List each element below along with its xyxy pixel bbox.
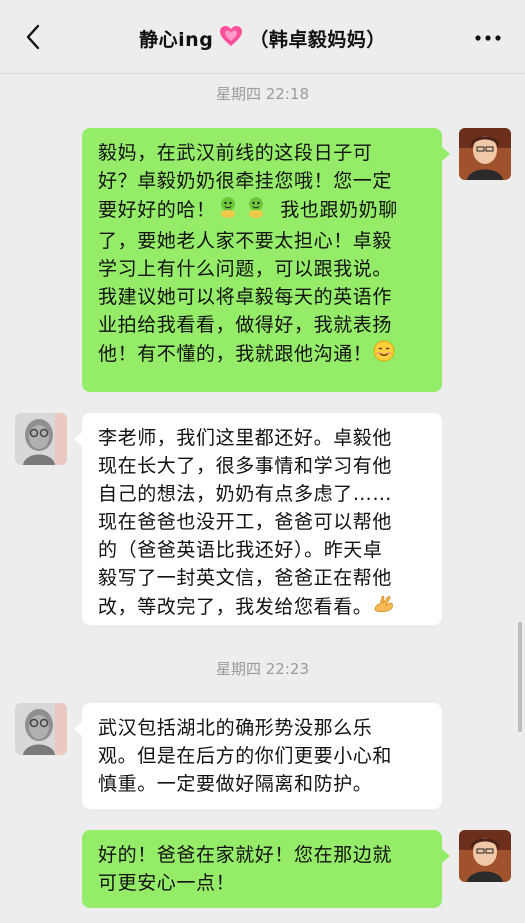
my-avatar[interactable] xyxy=(459,128,511,180)
bubble-tail xyxy=(74,432,82,446)
message-text: 毅妈，在武汉前线的这段日子可 xyxy=(98,142,373,164)
message-text: 我建议她可以将卓毅每天的英语作 xyxy=(98,286,393,308)
contact-avatar[interactable] xyxy=(15,703,67,755)
message-text: 好？卓毅奶奶很牵挂您哦！您一定 xyxy=(98,170,393,192)
contact-nickname: 静心ing xyxy=(139,28,214,51)
ok-hand-emoji-icon xyxy=(372,592,396,624)
contact-avatar[interactable] xyxy=(15,413,67,465)
scrollbar[interactable] xyxy=(518,622,522,732)
hug-emoji-icon xyxy=(244,195,268,227)
message-text: 要好好的哈！ xyxy=(98,199,216,221)
message-text: 好的！爸爸在家就好！您在那边就 xyxy=(98,844,393,866)
hug-emoji-icon xyxy=(216,195,240,227)
message-text: 我也跟奶奶聊 xyxy=(280,199,398,221)
message-text: 李老师，我们这里都还好。卓毅他 xyxy=(98,427,393,449)
smile-emoji-icon xyxy=(372,339,396,371)
message-timestamp: 星期四 22:18 xyxy=(216,85,309,103)
message-text: 可更安心一点！ xyxy=(98,872,236,894)
message-text: 现在长大了，很多事情和学习有他 xyxy=(98,455,393,477)
pink-heart-icon xyxy=(219,25,243,52)
message-text: 的（爸爸英语比我还好）。昨天卓 xyxy=(98,539,383,561)
message-text: 改，等改完了，我发给您看看。 xyxy=(98,596,373,618)
my-avatar[interactable] xyxy=(459,830,511,882)
back-chevron-icon[interactable] xyxy=(18,22,48,52)
message-text: 自己的想法，奶奶有点多虑了…… xyxy=(98,483,393,505)
message-timestamp: 星期四 22:23 xyxy=(216,660,309,678)
message-text: 了，要她老人家不要太担心！卓毅 xyxy=(98,230,393,252)
bubble-tail xyxy=(442,849,450,863)
message-text: 慎重。一定要做好隔离和防护。 xyxy=(98,773,373,795)
message-text: 武汉包括湖北的确形势没那么乐 xyxy=(98,717,373,739)
chat-title: 静心ing （韩卓毅妈妈） xyxy=(80,22,445,54)
message-bubble-received[interactable]: 李老师，我们这里都还好。卓毅他 现在长大了，很多事情和学习有他 自己的想法，奶奶… xyxy=(82,413,442,625)
message-text: 现在爸爸也没开工，爸爸可以帮他 xyxy=(98,511,393,533)
more-dots-icon[interactable] xyxy=(471,24,505,52)
message-bubble-sent[interactable]: 毅妈，在武汉前线的这段日子可 好？卓毅奶奶很牵挂您哦！您一定 要好好的哈！ 我也… xyxy=(82,128,442,392)
contact-remark: （韩卓毅妈妈） xyxy=(249,28,386,51)
message-text: 他！有不懂的，我就跟他沟通！ xyxy=(98,343,373,365)
message-text: 学习上有什么问题，可以跟我说。 xyxy=(98,258,393,280)
bubble-tail xyxy=(74,722,82,736)
message-text: 业拍给我看看，做得好，我就表扬 xyxy=(98,314,393,336)
message-text: 毅写了一封英文信，爸爸正在帮他 xyxy=(98,567,393,589)
message-bubble-sent[interactable]: 好的！爸爸在家就好！您在那边就 可更安心一点！ xyxy=(82,830,442,908)
message-bubble-received[interactable]: 武汉包括湖北的确形势没那么乐 观。但是在后方的你们更要小心和 慎重。一定要做好隔… xyxy=(82,703,442,809)
message-text: 观。但是在后方的你们更要小心和 xyxy=(98,745,393,767)
bubble-tail xyxy=(442,147,450,161)
chat-header: 静心ing （韩卓毅妈妈） xyxy=(0,0,525,74)
